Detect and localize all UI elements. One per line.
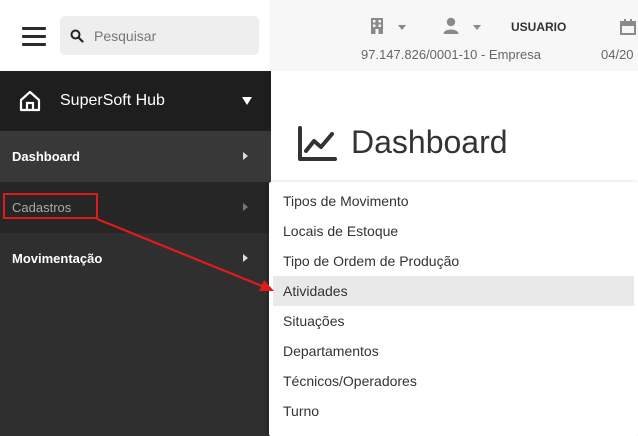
search-icon [70,29,84,43]
sidebar-item-movimentacao[interactable]: Movimentação [0,233,271,284]
username-label[interactable]: USUARIO [511,20,566,34]
caret-down-icon [242,97,252,105]
chevron-right-icon [243,254,248,262]
chevron-down-icon [398,25,406,30]
home-icon [19,90,41,112]
chevron-right-icon [243,203,248,211]
menu-icon[interactable] [22,27,46,47]
company-label: 97.147.826/0001-10 - Empresa [361,47,541,62]
submenu-item-locais-de-estoque[interactable]: Locais de Estoque [273,216,634,246]
sidebar-brand[interactable]: SuperSoft Hub [0,71,271,131]
chevron-right-icon [243,152,248,160]
cadastros-submenu: Tipos de Movimento Locais de Estoque Tip… [269,182,638,436]
submenu-item-tipos-de-movimento[interactable]: Tipos de Movimento [273,186,634,216]
search-box[interactable] [60,16,259,55]
date-label: 04/20 [601,47,634,62]
chart-line-icon [298,126,337,161]
user-selector[interactable] [443,17,485,37]
submenu-item-tecnicos-operadores[interactable]: Técnicos/Operadores [273,366,634,396]
submenu-item-atividades[interactable]: Atividades [273,276,634,306]
sidebar: SuperSoft Hub Dashboard Cadastros Movime… [0,71,271,436]
submenu-item-turno[interactable]: Turno [273,396,634,426]
sidebar-item-label: Dashboard [12,149,80,164]
calendar-icon[interactable] [620,19,636,35]
annotation-highlight-box [3,193,98,219]
sidebar-item-dashboard[interactable]: Dashboard [0,131,271,182]
brand-title: SuperSoft Hub [60,92,165,109]
top-header-bar: USUARIO 97.147.826/0001-10 - Empresa 04/… [271,0,638,71]
chevron-down-icon [473,25,481,30]
user-icon [443,17,459,34]
building-icon [371,18,383,34]
search-input[interactable] [94,24,254,47]
submenu-item-situacoes[interactable]: Situações [273,306,634,336]
company-selector[interactable] [370,17,410,37]
sidebar-item-label: Movimentação [12,251,103,266]
page-title: Dashboard [351,124,508,160]
top-left-header [0,0,271,71]
submenu-item-departamentos[interactable]: Departamentos [273,336,634,366]
submenu-item-tipo-de-ordem-de-producao[interactable]: Tipo de Ordem de Produção [273,246,634,276]
app-root: USUARIO 97.147.826/0001-10 - Empresa 04/… [0,0,638,436]
